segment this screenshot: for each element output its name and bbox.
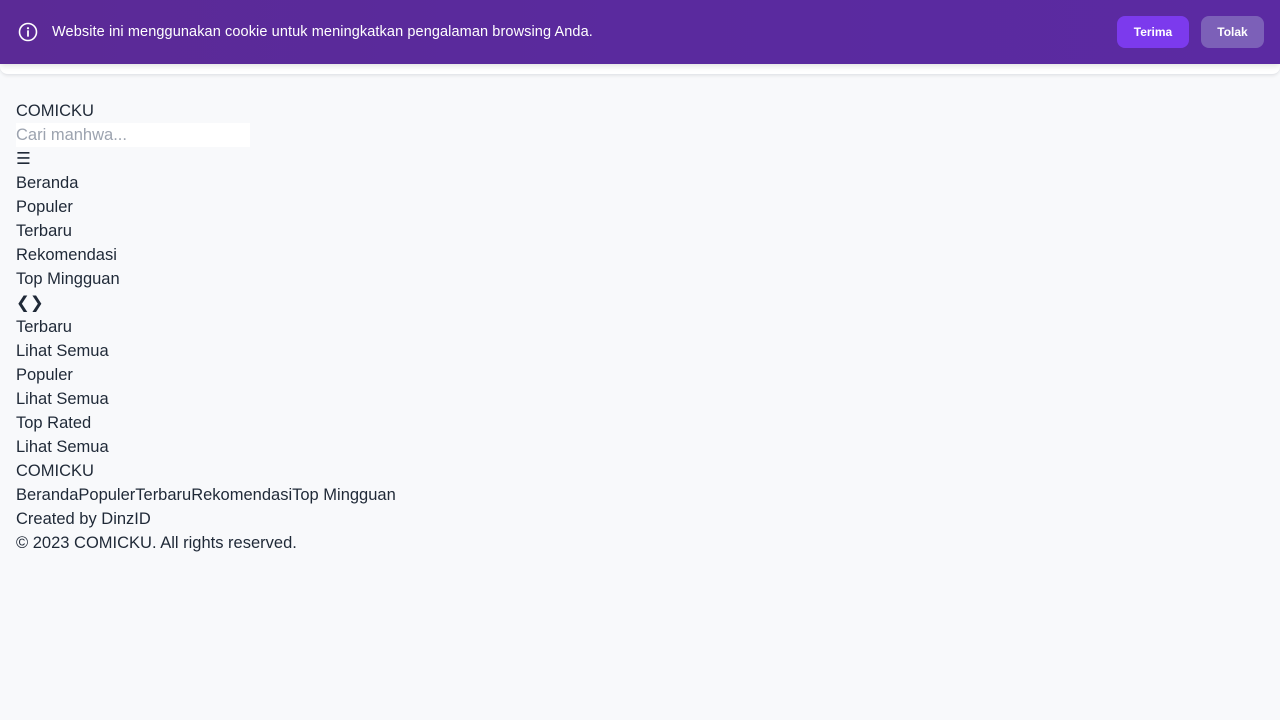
footer-link-populer[interactable]: Populer [78,486,135,504]
reject-cookie-button[interactable]: Tolak [1201,16,1264,48]
search-input[interactable] [16,123,250,147]
accept-cookie-button[interactable]: Terima [1117,16,1189,48]
nav-item-beranda[interactable]: Beranda [16,171,396,195]
footer-logo: COMICKU [16,462,94,480]
footer-links: BerandaPopulerTerbaruRekomendasiTop Ming… [16,483,396,507]
carousel-next-icon[interactable]: ❯ [30,293,44,312]
menu-icon[interactable]: ☰ [16,149,31,168]
footer-link-top-mingguan[interactable]: Top Mingguan [292,486,396,504]
section-title-terbaru: Terbaru [16,318,72,336]
cookie-message: Website ini menggunakan cookie untuk men… [52,24,593,40]
see-all-top-rated-link[interactable]: Lihat Semua [16,435,396,459]
cookie-banner: Website ini menggunakan cookie untuk men… [0,0,1280,64]
see-all-populer-link[interactable]: Lihat Semua [16,387,396,411]
see-all-terbaru-link[interactable]: Lihat Semua [16,339,396,363]
site-logo[interactable]: COMICKU [16,99,396,123]
section-title-top-rated: Top Rated [16,414,92,432]
nav-item-rekomendasi[interactable]: Rekomendasi [16,243,396,267]
footer-credit: Created by DinzID [16,510,151,528]
carousel-prev-icon[interactable]: ❮ [16,293,30,312]
nav-item-terbaru[interactable]: Terbaru [16,219,396,243]
page-content: COMICKU ☰ Beranda Populer Terbaru Rekome… [16,99,396,555]
footer-link-beranda[interactable]: Beranda [16,486,78,504]
footer-copyright: © 2023 COMICKU. All rights reserved. [16,534,297,552]
section-title-populer: Populer [16,366,73,384]
nav-item-top-mingguan[interactable]: Top Mingguan [16,267,396,291]
nav-item-populer[interactable]: Populer [16,195,396,219]
footer-link-terbaru[interactable]: Terbaru [135,486,191,504]
footer-link-rekomendasi[interactable]: Rekomendasi [191,486,292,504]
info-icon [18,22,38,42]
